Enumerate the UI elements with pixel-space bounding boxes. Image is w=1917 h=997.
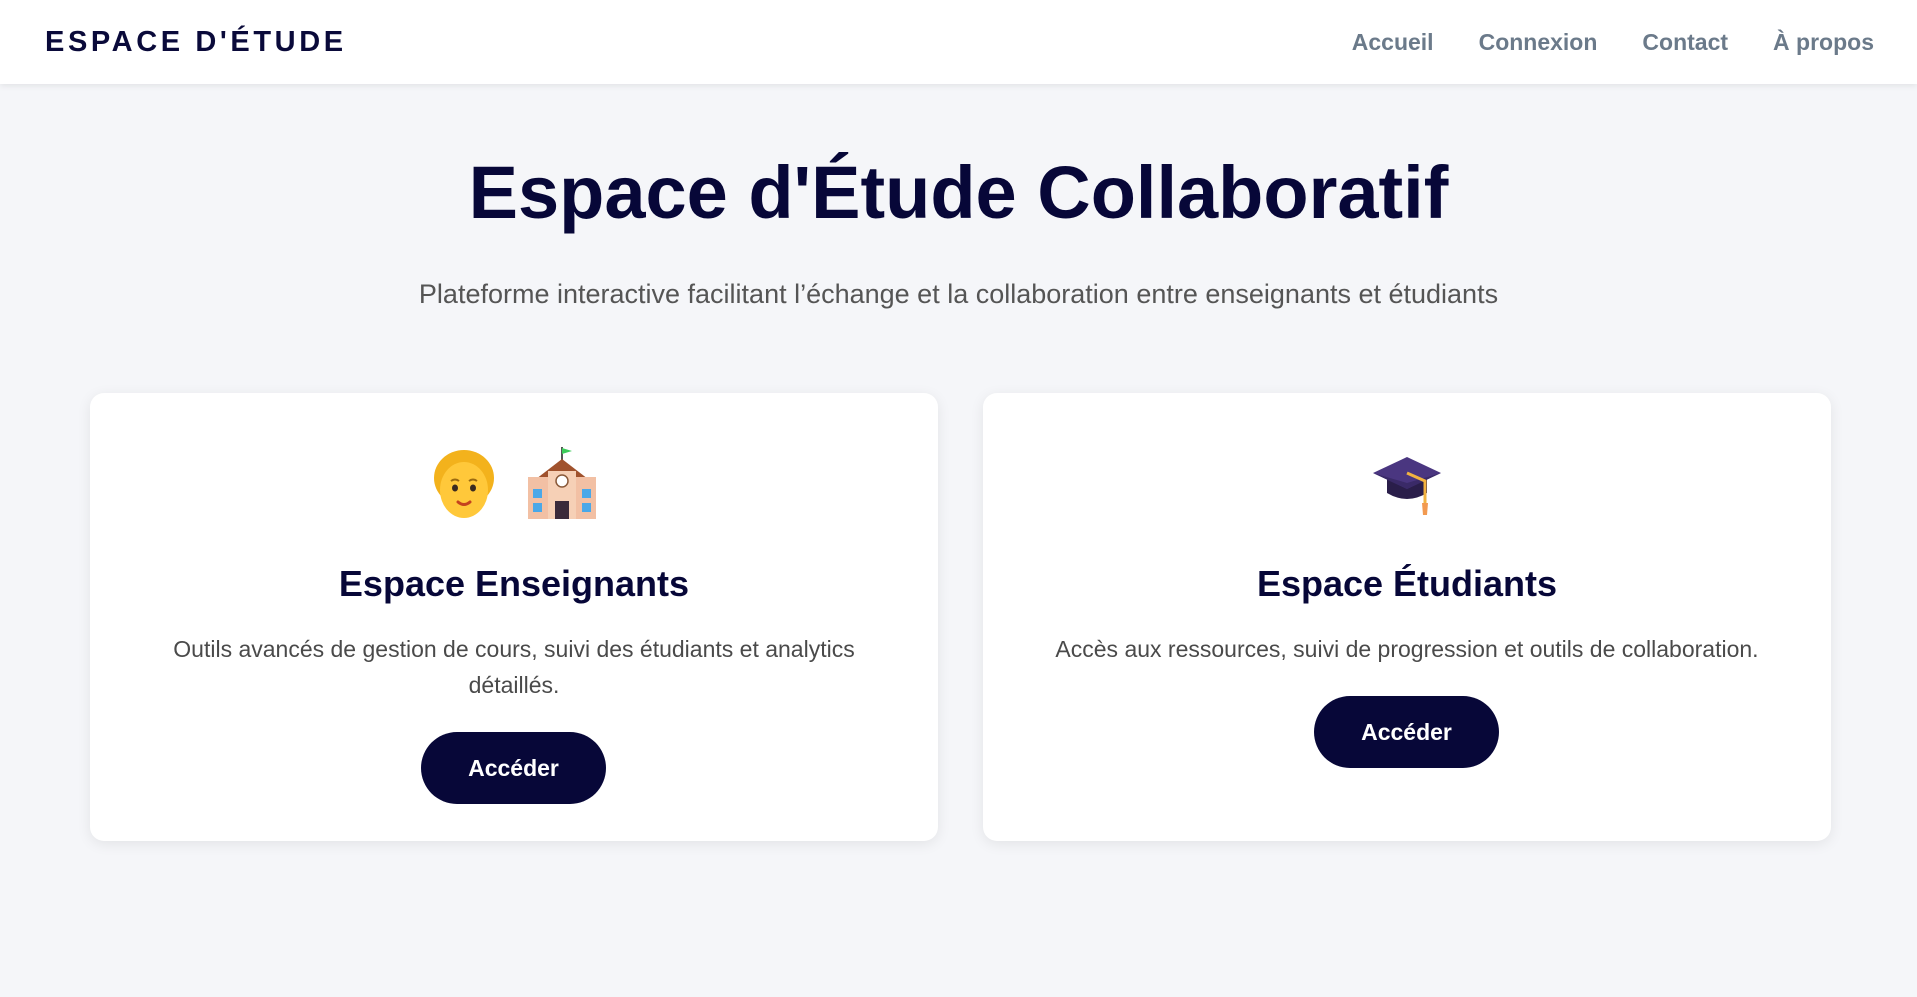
school-building-icon <box>524 445 600 521</box>
nav-link-a-propos[interactable]: À propos <box>1773 29 1874 56</box>
hero-title: Espace d'Étude Collaboratif <box>468 151 1449 234</box>
teacher-card: Espace Enseignants Outils avancés de ges… <box>90 393 938 841</box>
brand-logo[interactable]: ESPACE D'ÉTUDE <box>45 26 347 59</box>
student-card-title: Espace Étudiants <box>1256 563 1558 604</box>
nav-link-accueil[interactable]: Accueil <box>1352 29 1434 56</box>
teacher-access-button[interactable]: Accéder <box>421 732 606 804</box>
student-card: Espace Étudiants Accès aux ressources, s… <box>983 393 1831 841</box>
nav-link-connexion[interactable]: Connexion <box>1479 29 1598 56</box>
nav-links: Accueil Connexion Contact À propos <box>1352 29 1874 56</box>
teacher-card-description: Outils avancés de gestion de cours, suiv… <box>173 636 855 698</box>
teacher-card-icons <box>90 443 938 523</box>
teacher-face-icon <box>429 446 499 520</box>
student-card-description: Accès aux ressources, suivi de progressi… <box>1055 636 1759 662</box>
student-card-icons <box>983 443 1831 523</box>
nav-link-contact[interactable]: Contact <box>1642 29 1728 56</box>
teacher-card-title: Espace Enseignants <box>338 563 690 604</box>
graduation-cap-icon <box>1369 447 1445 519</box>
student-access-button[interactable]: Accéder <box>1314 696 1499 768</box>
hero-subtitle: Plateforme interactive facilitant l’écha… <box>418 279 1499 309</box>
navbar: ESPACE D'ÉTUDE Accueil Connexion Contact… <box>0 0 1917 84</box>
